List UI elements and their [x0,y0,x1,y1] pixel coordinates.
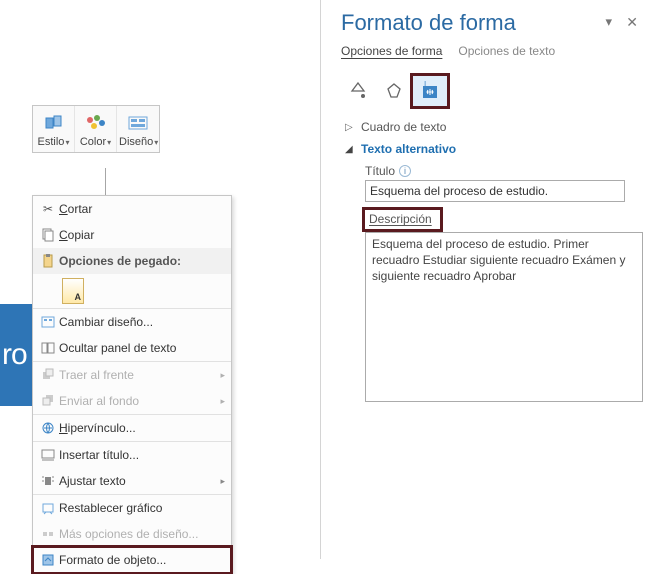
chevron-down-icon: ▾ [107,138,111,147]
paste-keep-source-icon [62,278,84,304]
menu-paste-option[interactable] [33,274,231,308]
style-icon [35,112,72,134]
connector-line [105,168,106,198]
chevron-down-icon: ▾ [154,138,158,147]
menu-hyperlink[interactable]: Hipervínculo... [33,415,231,441]
description-label-text: Descripción [369,212,432,226]
menu-send-back-label: Enviar al fondo [59,394,220,408]
copy-icon [37,228,59,242]
description-field-label: Descripción [369,212,432,226]
menu-bring-front: Traer al frente ▸ [33,362,231,388]
menu-reset-graphic-label: Restablecer gráfico [59,501,225,515]
svg-text:I: I [424,81,426,88]
submenu-arrow-icon: ▸ [220,476,225,487]
section-alt-text[interactable]: ◢ Texto alternativo [321,138,652,160]
menu-adjust-text[interactable]: Ajustar texto ▸ [33,468,231,494]
panel-title: Formato de forma [341,10,636,36]
submenu-arrow-icon: ▸ [220,396,225,407]
design-dropdown[interactable]: Diseño▾ [117,106,159,152]
menu-hide-text-panel[interactable]: Ocultar panel de texto [33,335,231,361]
layout-properties-icon[interactable]: I [413,76,447,106]
triangle-down-icon: ◢ [345,144,355,155]
menu-paste-section-label: Opciones de pegado: [59,254,225,268]
menu-cut-label: Cortar [59,202,225,216]
wrap-text-icon [37,474,59,488]
effects-icon[interactable] [377,76,411,106]
title-label-text: Título [365,164,395,178]
tab-shape-options[interactable]: Opciones de forma [341,44,442,62]
scissors-icon: ✂ [37,202,59,216]
menu-insert-title[interactable]: Insertar título... [33,442,231,468]
fill-line-icon[interactable] [341,76,375,106]
bring-front-icon [37,368,59,382]
menu-hide-text-panel-label: Ocultar panel de texto [59,341,225,355]
hyperlink-icon [37,421,59,435]
context-menu: ✂ Cortar Copiar Opciones de pegado: Camb… [32,195,232,574]
menu-send-back: Enviar al fondo ▸ [33,388,231,414]
menu-change-design[interactable]: Cambiar diseño... [33,309,231,335]
menu-insert-title-label: Insertar título... [59,448,225,462]
send-back-icon [37,394,59,408]
close-icon[interactable]: ✕ [626,14,638,31]
color-icon [77,112,114,134]
design-icon [119,112,157,134]
mini-toolbar: Estilo▾ Color▾ Diseño▾ [32,105,160,153]
panel-icon-tabs: I [321,62,652,116]
menu-cut[interactable]: ✂ Cortar [33,196,231,222]
section-text-box[interactable]: ▷ Cuadro de texto [321,116,652,138]
text-panel-icon [37,341,59,355]
clipboard-icon [37,254,59,268]
format-shape-panel: Formato de forma ▾ ✕ Opciones de forma O… [320,0,652,559]
style-label: Estilo [38,136,65,148]
title-field-label: Título i [365,164,652,178]
menu-adjust-text-label: Ajustar texto [59,474,220,488]
triangle-right-icon: ▷ [345,122,355,133]
smartart-shape-fragment: ro [0,304,36,406]
menu-format-object[interactable]: Formato de objeto... [33,547,231,573]
color-label: Color [80,136,106,148]
menu-paste-section: Opciones de pegado: [33,248,231,274]
menu-change-design-label: Cambiar diseño... [59,315,225,329]
description-textarea[interactable] [365,232,643,402]
menu-hyperlink-label: Hipervínculo... [59,421,225,435]
title-input[interactable] [365,180,625,202]
menu-more-design-options-label: Más opciones de diseño... [59,527,225,541]
more-layout-icon [37,527,59,541]
menu-format-object-label: Formato de objeto... [59,553,225,567]
design-label: Diseño [119,136,153,148]
tab-text-options[interactable]: Opciones de texto [458,44,555,62]
reset-icon [37,501,59,515]
info-icon[interactable]: i [399,165,411,177]
submenu-arrow-icon: ▸ [220,370,225,381]
color-dropdown[interactable]: Color▾ [75,106,117,152]
description-label-highlight: Descripción [365,210,440,229]
menu-reset-graphic[interactable]: Restablecer gráfico [33,495,231,521]
format-object-icon [37,553,59,567]
menu-copy-label: Copiar [59,228,225,242]
menu-copy[interactable]: Copiar [33,222,231,248]
layout-icon [37,315,59,329]
section-alt-text-label: Texto alternativo [361,142,456,156]
caption-icon [37,448,59,462]
style-dropdown[interactable]: Estilo▾ [33,106,75,152]
menu-more-design-options: Más opciones de diseño... [33,521,231,547]
panel-dropdown-icon[interactable]: ▾ [605,14,612,30]
section-text-box-label: Cuadro de texto [361,120,446,134]
chevron-down-icon: ▾ [65,138,69,147]
panel-tabs: Opciones de forma Opciones de texto [321,40,652,62]
menu-bring-front-label: Traer al frente [59,368,220,382]
